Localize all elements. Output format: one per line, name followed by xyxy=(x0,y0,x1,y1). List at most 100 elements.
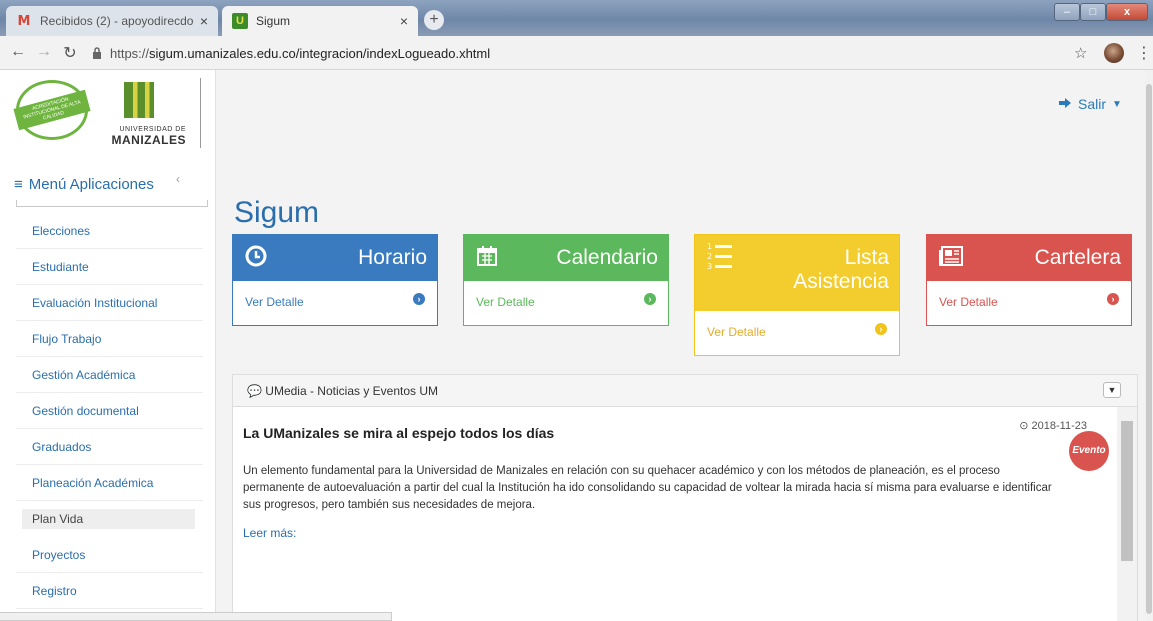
caret-down-icon: ▼ xyxy=(1112,98,1122,110)
menu-title: Menú Aplicaciones xyxy=(28,175,154,193)
university-name: UNIVERSIDAD DE MANIZALES xyxy=(111,126,186,147)
scroll-thumb[interactable] xyxy=(1146,84,1152,614)
tile-cartelera[interactable]: Cartelera Ver Detalle › xyxy=(926,234,1132,326)
sidebar-item[interactable]: Proyectos xyxy=(16,537,203,573)
sidebar-item-label: Flujo Trabajo xyxy=(32,332,102,346)
browser-tab-gmail[interactable]: M Recibidos (2) - apoyodirecdocen × xyxy=(6,6,218,36)
sidebar-item[interactable]: Registro xyxy=(16,573,203,609)
collapse-chevron-icon[interactable]: ‹ xyxy=(176,172,180,186)
page: ACREDITACIÓN INSTITUCIONAL DE ALTA CALID… xyxy=(0,70,1153,621)
calendar-icon xyxy=(476,245,498,274)
news-body: Un elemento fundamental para la Universi… xyxy=(243,465,1052,511)
new-tab-button[interactable]: + xyxy=(424,10,444,30)
browser-titlebar: M Recibidos (2) - apoyodirecdocen × U Si… xyxy=(0,0,1153,36)
arrow-circle-right-icon: › xyxy=(875,323,887,335)
news-title: La UManizales se mira al espejo todos lo… xyxy=(243,425,555,441)
sidebar-item[interactable]: Planeación Académica xyxy=(16,465,203,501)
tab-title: Sigum xyxy=(256,14,291,28)
lock-icon xyxy=(92,47,104,59)
sidebar-item[interactable]: Gestión Académica xyxy=(16,357,203,393)
hamburger-icon: ≡ xyxy=(14,175,23,193)
news-item: ⊙ 2018-11-23 Evento La UManizales se mir… xyxy=(233,407,1117,621)
university-logo[interactable]: ACREDITACIÓN INSTITUCIONAL DE ALTA CALID… xyxy=(0,70,216,160)
tile-detail-link[interactable]: Ver Detalle › xyxy=(464,279,668,325)
bookmark-star-icon[interactable]: ☆ xyxy=(1074,44,1087,62)
list-ordered-icon: 123 xyxy=(707,241,733,278)
more-menu-icon[interactable]: ⋮ xyxy=(1136,43,1152,63)
browser-toolbar: ← → ↻ https://sigum.umanizales.edu.co/in… xyxy=(0,36,1153,70)
tile-title: Calendario xyxy=(556,246,658,269)
tile-title: Horario xyxy=(358,246,427,269)
event-badge: Evento xyxy=(1069,431,1109,471)
sidebar: ≡ Menú Aplicaciones ‹ Elecciones Estudian… xyxy=(0,160,216,621)
sidebar-item-label: Proyectos xyxy=(32,548,86,562)
sidebar-item-label: Plan Vida xyxy=(32,512,84,526)
logout-label: Salir xyxy=(1078,96,1107,112)
read-more-link[interactable]: Leer más: xyxy=(243,526,1107,540)
news-panel: 💬 UMedia - Noticias y Eventos UM ▼ ⊙ 201… xyxy=(232,374,1138,621)
sidebar-item[interactable]: Gestión documental xyxy=(16,393,203,429)
scroll-thumb[interactable] xyxy=(1121,421,1133,561)
sidebar-item[interactable]: Plan Vida xyxy=(22,509,195,529)
um-favicon-icon: U xyxy=(232,13,248,29)
window-minimize-button[interactable]: – xyxy=(1054,3,1080,21)
svg-text:1: 1 xyxy=(707,242,712,251)
sidebar-item-label: Planeación Académica xyxy=(32,476,154,490)
tile-calendario[interactable]: Calendario Ver Detalle › xyxy=(463,234,669,326)
tile-lista-asistencia[interactable]: 123 Lista Asistencia Ver Detalle › xyxy=(694,234,900,356)
sidebar-item[interactable]: Graduados xyxy=(16,429,203,465)
sidebar-menu-list: Elecciones Estudiante Evaluación Instituci… xyxy=(0,213,215,609)
tile-title: Cartelera xyxy=(1034,246,1121,269)
back-arrow-icon[interactable]: ← xyxy=(8,43,28,61)
vigilado-mark xyxy=(200,78,208,148)
sidebar-menu-header[interactable]: ≡ Menú Aplicaciones ‹ xyxy=(0,160,215,196)
main-content: Sigum Horario Ver Detalle › Calendario V… xyxy=(232,160,1138,621)
tile-detail-link[interactable]: Ver Detalle › xyxy=(695,309,899,355)
sidebar-item-label: Registro xyxy=(32,584,77,598)
page-title: Sigum xyxy=(234,196,320,229)
sign-out-icon xyxy=(1058,96,1072,112)
sidebar-search-input[interactable] xyxy=(16,200,208,207)
sidebar-item[interactable]: Elecciones xyxy=(16,213,203,249)
close-icon[interactable]: × xyxy=(200,13,208,29)
news-scrollbar[interactable] xyxy=(1117,407,1137,621)
page-scrollbar[interactable] xyxy=(1145,70,1153,621)
sidebar-item-label: Evaluación Institucional xyxy=(32,296,158,310)
browser-status-bar xyxy=(0,612,392,621)
tile-title: Lista Asistencia xyxy=(793,246,889,293)
site-header: ACREDITACIÓN INSTITUCIONAL DE ALTA CALID… xyxy=(0,70,1153,160)
clock-icon xyxy=(245,245,267,274)
newspaper-icon xyxy=(939,245,963,274)
window-close-button[interactable]: x xyxy=(1106,3,1148,21)
tile-horario[interactable]: Horario Ver Detalle › xyxy=(232,234,438,326)
tab-title: Recibidos (2) - apoyodirecdocen xyxy=(40,14,194,28)
logout-button[interactable]: Salir ▼ xyxy=(1058,96,1122,112)
seal-text: ACREDITACIÓN INSTITUCIONAL DE ALTA CALID… xyxy=(13,89,91,131)
sidebar-item[interactable]: Flujo Trabajo xyxy=(16,321,203,357)
browser-tab-sigum[interactable]: U Sigum × xyxy=(222,6,418,36)
arrow-circle-right-icon: › xyxy=(644,293,656,305)
sidebar-item[interactable]: Evaluación Institucional xyxy=(16,285,203,321)
tile-detail-link[interactable]: Ver Detalle › xyxy=(233,279,437,325)
sidebar-item-label: Gestión Académica xyxy=(32,368,136,382)
window-maximize-button[interactable]: □ xyxy=(1080,3,1106,21)
arrow-circle-right-icon: › xyxy=(413,293,425,305)
news-panel-title: UMedia - Noticias y Eventos UM xyxy=(265,384,439,398)
svg-text:2: 2 xyxy=(707,252,712,261)
address-bar[interactable]: https://sigum.umanizales.edu.co/integrac… xyxy=(92,42,1092,64)
chevron-down-icon[interactable]: ▼ xyxy=(1103,382,1121,398)
sidebar-item-label: Elecciones xyxy=(32,224,91,238)
news-date: ⊙ 2018-11-23 xyxy=(1019,420,1087,432)
arrow-circle-right-icon: › xyxy=(1107,293,1119,305)
tile-detail-link[interactable]: Ver Detalle › xyxy=(927,279,1131,325)
sidebar-item[interactable]: Estudiante xyxy=(16,249,203,285)
profile-avatar[interactable] xyxy=(1104,43,1124,63)
sidebar-item-label: Gestión documental xyxy=(32,404,139,418)
accreditation-seal: ACREDITACIÓN INSTITUCIONAL DE ALTA CALID… xyxy=(13,80,91,140)
close-icon[interactable]: × xyxy=(400,13,408,29)
forward-arrow-icon[interactable]: → xyxy=(34,43,54,61)
reload-icon[interactable]: ↻ xyxy=(60,43,80,63)
clock-icon: ⊙ xyxy=(1019,420,1029,432)
news-panel-header: 💬 UMedia - Noticias y Eventos UM ▼ xyxy=(233,375,1137,407)
comments-icon: 💬 xyxy=(247,384,262,398)
